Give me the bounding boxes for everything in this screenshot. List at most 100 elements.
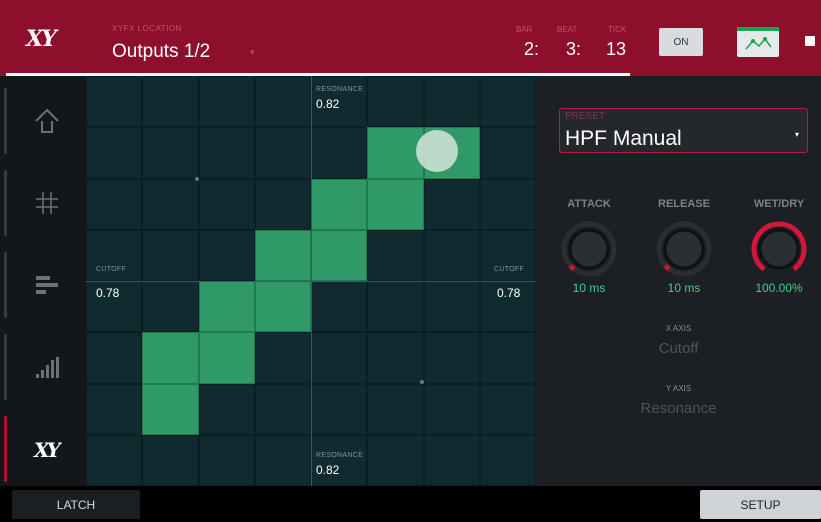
xy-mode-button[interactable] [737, 27, 779, 57]
grid-cell [423, 76, 480, 128]
latch-button[interactable]: LATCH [12, 490, 140, 519]
grid-cell [142, 178, 199, 230]
sidebar-item-grid[interactable] [4, 164, 84, 242]
grid-cell [311, 332, 368, 384]
battery-icon [805, 36, 815, 46]
grid-cell [86, 76, 143, 128]
grid-cell [86, 229, 143, 281]
beat-label: BEAT [557, 25, 578, 34]
grid-cell [367, 434, 424, 486]
grid-cell [423, 229, 480, 281]
attack-knob[interactable] [561, 221, 617, 277]
beat-value: 3: [566, 39, 582, 59]
sidebar-item-home[interactable] [4, 82, 84, 160]
top-bar: XY XYFX LOCATION Outputs 1/2 ▾ BAR 2: BE… [0, 0, 821, 76]
svg-text:XY: XY [32, 438, 62, 462]
location-selector[interactable]: Outputs 1/2 [112, 41, 210, 63]
grid-cell [311, 383, 368, 435]
sidebar-edge [4, 170, 7, 236]
cutoff-left-label: CUTOFF [96, 266, 127, 273]
grid-cell [423, 434, 480, 486]
level-bars-icon [36, 357, 59, 378]
grid-cell [86, 383, 143, 435]
preset-selector[interactable]: PRESET HPF Manual ▾ [559, 108, 808, 153]
preset-label: PRESET [565, 111, 606, 122]
grid-cell [198, 127, 255, 179]
resonance-bottom-label: RESONANCE [316, 452, 364, 459]
grid-cell [142, 434, 199, 486]
preset-value: HPF Manual [565, 127, 682, 150]
sidebar-item-mixer[interactable] [4, 246, 84, 324]
grid-cell [367, 383, 424, 435]
grid-cell [479, 76, 536, 128]
y-axis-value: Resonance [640, 400, 717, 417]
x-axis-value: Cutoff [658, 340, 699, 357]
envelope-icon [745, 37, 772, 50]
bars-align-icon [36, 276, 58, 294]
attack-value: 10 ms [572, 281, 606, 295]
sidebar-item-levels[interactable] [4, 328, 84, 406]
bar-value: 2: [524, 39, 540, 59]
bar-label: BAR [516, 25, 533, 34]
release-label: RELEASE [658, 198, 710, 210]
grid-cell [86, 434, 143, 486]
cutoff-right-label: CUTOFF [494, 266, 525, 273]
trail-cell [198, 281, 255, 333]
grid-cell [198, 229, 255, 281]
grid-cell [367, 76, 424, 128]
grid-cell [423, 178, 480, 230]
grid-cell [311, 127, 368, 179]
fx-on-button[interactable]: ON [659, 28, 703, 56]
grid-cell [198, 76, 255, 128]
x-axis-label: X AXIS [665, 324, 692, 333]
y-axis-label: Y AXIS [665, 384, 692, 393]
grid-cell [198, 434, 255, 486]
sidebar-item-xyfx[interactable]: XY [4, 410, 84, 488]
resonance-top-label: RESONANCE [316, 86, 364, 93]
sidebar-edge [4, 252, 7, 318]
wet-dry-knob[interactable] [751, 221, 807, 277]
grid-cell [254, 383, 311, 435]
grid-cell [86, 332, 143, 384]
grid-cell [479, 434, 536, 486]
y-center-line [311, 76, 312, 486]
xy-logo-icon: XY [32, 438, 62, 462]
fx-parameter-panel: PRESET HPF Manual ▾ ATTACK 10 ms RELEASE… [536, 76, 821, 486]
trail-cell [367, 178, 424, 230]
trail-cell [142, 383, 199, 435]
cutoff-right-value: 0.78 [497, 286, 521, 300]
grid-cell [479, 178, 536, 230]
chevron-down-icon: ▾ [794, 130, 799, 139]
grid-cell [423, 332, 480, 384]
grid-cell [254, 178, 311, 230]
cutoff-left-value: 0.78 [96, 286, 120, 300]
tick-value: 13 [606, 39, 627, 59]
grid-cell [479, 229, 536, 281]
grid-cell [423, 383, 480, 435]
xy-position-puck[interactable] [416, 130, 458, 172]
trail-cell [254, 281, 311, 333]
xy-fx-logo: XY [26, 26, 57, 52]
grid-cell [142, 127, 199, 179]
chevron-down-icon[interactable]: ▾ [250, 47, 255, 58]
location-label: XYFX LOCATION [112, 24, 182, 33]
trail-cell [142, 332, 199, 384]
wet-dry-label: WET/DRY [753, 198, 805, 210]
sidebar-edge [4, 88, 7, 154]
grid-cell [254, 434, 311, 486]
sidebar: XY [0, 76, 86, 486]
grid-cell [311, 434, 368, 486]
grid-cell [142, 229, 199, 281]
resonance-top-value: 0.82 [316, 97, 340, 111]
tick-label: TICK [608, 25, 627, 34]
grid-marker [420, 380, 424, 384]
release-knob[interactable] [656, 221, 712, 277]
grid-cell [86, 127, 143, 179]
arrow-up-icon [35, 108, 59, 133]
grid-cell [367, 281, 424, 333]
grid-cell [367, 332, 424, 384]
xy-pad[interactable]: RESONANCE 0.82 RESONANCE 0.82 CUTOFF 0.7… [86, 76, 536, 486]
grid-cell [86, 178, 143, 230]
grid-cell [198, 178, 255, 230]
setup-button[interactable]: SETUP [700, 490, 821, 519]
